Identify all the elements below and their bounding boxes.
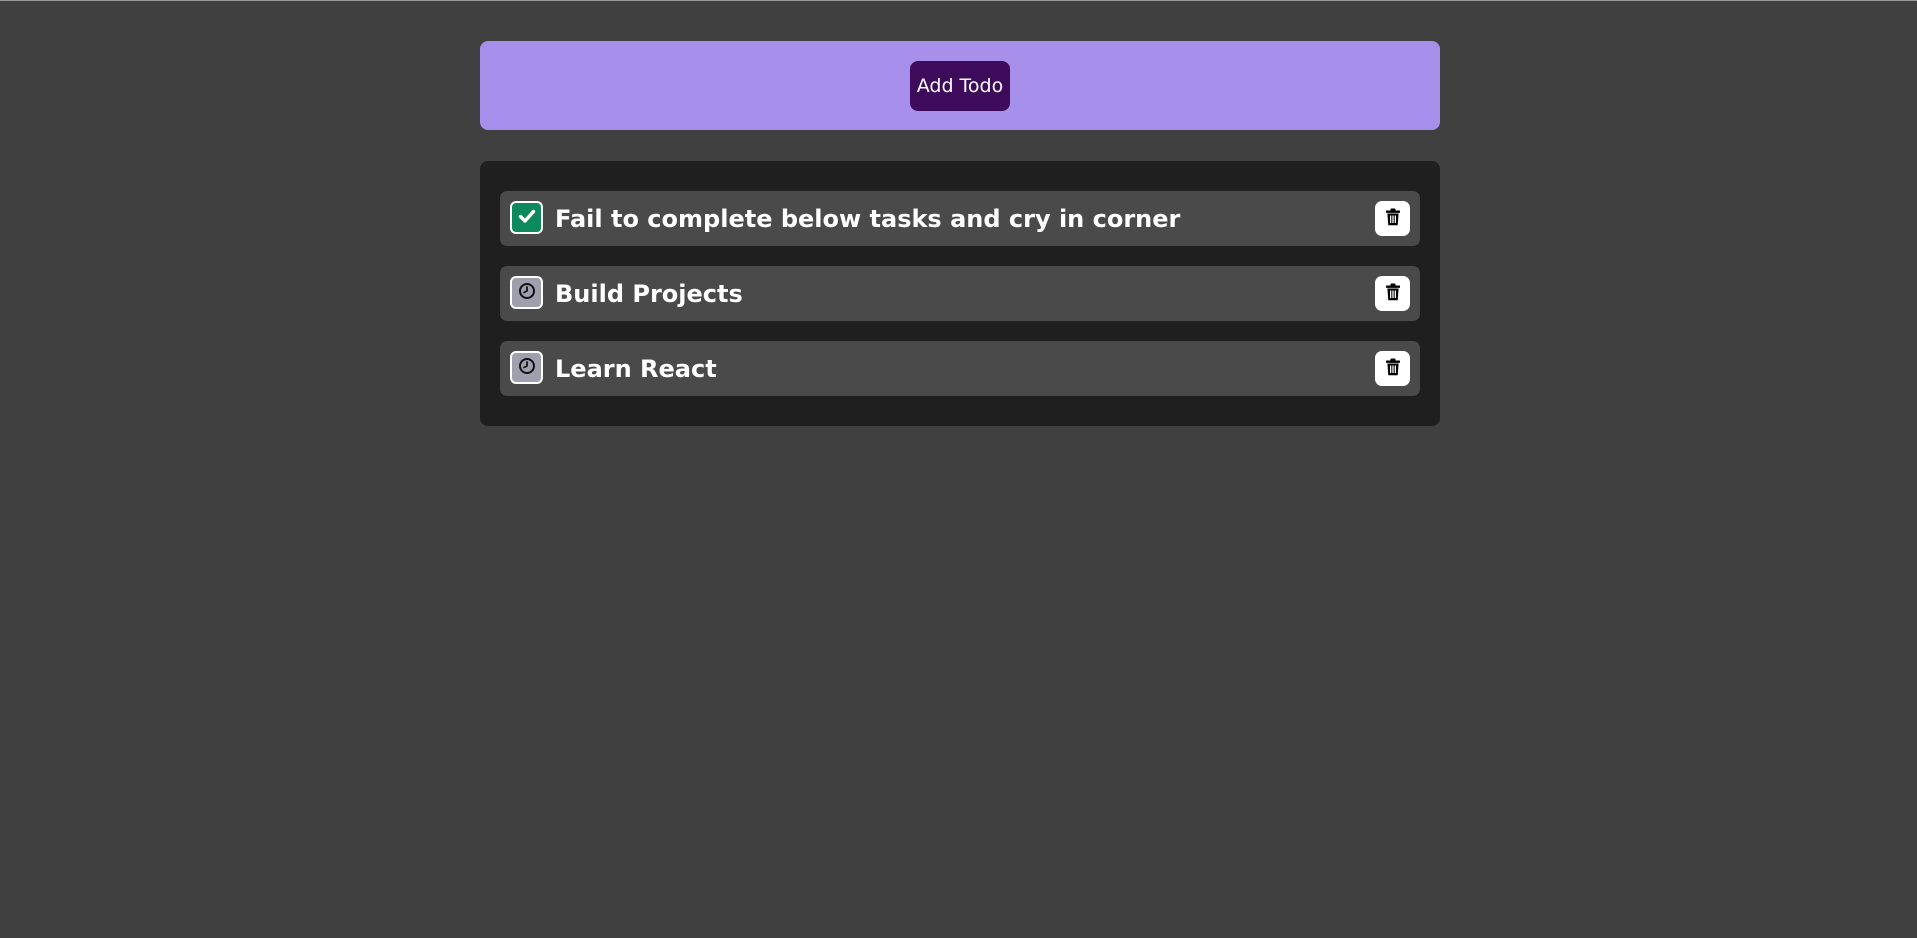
todo-item: Build Projects: [500, 266, 1420, 321]
todo-item: Learn React: [500, 341, 1420, 396]
clock-icon: [518, 282, 536, 304]
trash-icon: [1385, 208, 1401, 230]
trash-icon: [1385, 358, 1401, 380]
todo-text: Learn React: [555, 355, 717, 383]
todo-status-toggle[interactable]: [510, 201, 543, 234]
trash-icon: [1385, 283, 1401, 305]
todo-text: Fail to complete below tasks and cry in …: [555, 205, 1181, 233]
check-icon: [517, 206, 537, 230]
todo-text: Build Projects: [555, 280, 743, 308]
delete-todo-button[interactable]: [1375, 276, 1410, 311]
todo-status-toggle[interactable]: [510, 276, 543, 309]
todo-item: Fail to complete below tasks and cry in …: [500, 191, 1420, 246]
window-top-border: [0, 0, 1917, 1]
delete-todo-button[interactable]: [1375, 351, 1410, 386]
delete-todo-button[interactable]: [1375, 201, 1410, 236]
todo-status-toggle[interactable]: [510, 351, 543, 384]
todo-list: Fail to complete below tasks and cry in …: [480, 161, 1440, 426]
clock-icon: [518, 357, 536, 379]
add-todo-panel: Add Todo: [480, 41, 1440, 130]
add-todo-button[interactable]: Add Todo: [909, 60, 1011, 111]
